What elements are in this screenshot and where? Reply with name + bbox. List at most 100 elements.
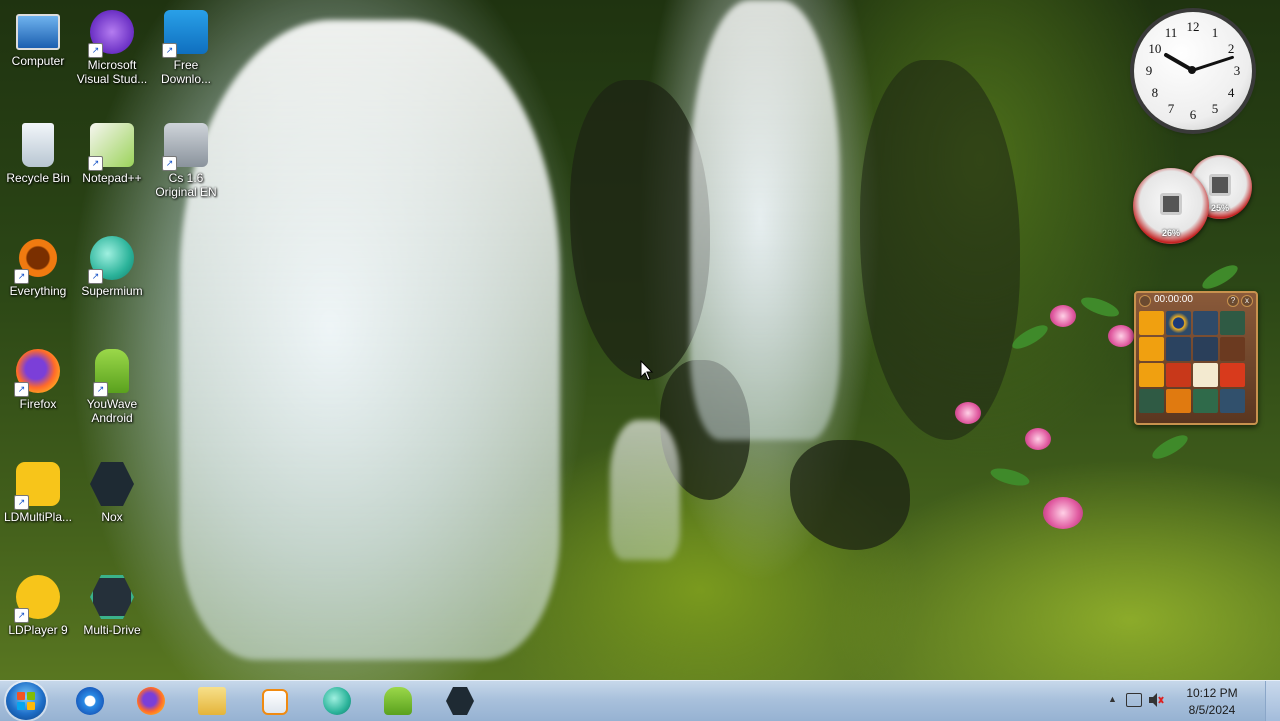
icon-label: Microsoft Visual Stud... <box>76 58 148 86</box>
desktop-icon-nox[interactable]: Nox <box>74 462 150 524</box>
android-icon: ↗ <box>93 349 129 397</box>
puzzle-tile[interactable] <box>1166 337 1191 361</box>
puzzle-titlebar: 00:00:00 ? x <box>1136 293 1256 307</box>
clock-numeral: 6 <box>1189 107 1197 122</box>
puzzle-tile[interactable] <box>1166 389 1191 413</box>
network-icon[interactable] <box>1126 693 1142 707</box>
nox-icon <box>446 687 474 715</box>
taskbar-supermium[interactable] <box>311 683 363 719</box>
shortcut-arrow-icon: ↗ <box>162 43 177 58</box>
taskbar-internet-explorer[interactable] <box>64 683 116 719</box>
flower <box>1050 305 1076 327</box>
puzzle-help-button[interactable]: ? <box>1227 295 1239 307</box>
puzzle-tile[interactable] <box>1166 311 1191 335</box>
desktop-icon-computer[interactable]: Computer <box>0 10 76 68</box>
cpu-meter-hub <box>1160 193 1182 215</box>
puzzle-tile[interactable] <box>1166 363 1191 387</box>
icon-label: LDMultiPla... <box>3 510 73 524</box>
windows-logo-icon <box>17 692 35 710</box>
shortcut-arrow-icon: ↗ <box>14 382 29 397</box>
cpu-usage-percent: 26% <box>1161 228 1180 238</box>
waterfall <box>610 420 680 560</box>
icon-label: YouWave Android <box>86 397 138 425</box>
shortcut-arrow-icon: ↗ <box>162 156 177 171</box>
everything-search-icon: ↗ <box>14 236 60 284</box>
mouse-cursor-icon <box>640 360 654 381</box>
desktop-icon-firefox[interactable]: ↗ Firefox <box>0 349 76 411</box>
clock-numeral: 8 <box>1151 85 1159 100</box>
firefox-icon <box>137 687 165 715</box>
clock-date[interactable]: 8/5/2024 <box>1180 703 1244 717</box>
icon-label: Notepad++ <box>82 171 142 185</box>
picture-puzzle-gadget[interactable]: 00:00:00 ? x <box>1134 291 1258 425</box>
taskbar-nox[interactable] <box>434 683 486 719</box>
recycle-bin-icon <box>22 123 54 167</box>
cpu-meter-gadget[interactable]: 26% <box>1133 168 1209 244</box>
puzzle-tile[interactable] <box>1193 389 1218 413</box>
clock-numeral: 10 <box>1148 41 1162 56</box>
puzzle-tile[interactable] <box>1220 389 1245 413</box>
desktop-icon-cs-1-6[interactable]: ↗ Cs 1.6 Original EN <box>148 123 224 199</box>
puzzle-tile[interactable] <box>1193 311 1218 335</box>
nox-multi-drive-icon <box>90 575 134 619</box>
clock-numeral: 7 <box>1167 101 1175 117</box>
puzzle-tile[interactable] <box>1193 363 1218 387</box>
puzzle-grid <box>1136 307 1256 417</box>
flower <box>955 402 981 424</box>
clock-gadget[interactable]: 12 1 2 3 4 5 6 7 8 9 10 11 <box>1134 12 1252 130</box>
desktop-icon-visual-studio[interactable]: ↗ Microsoft Visual Stud... <box>74 10 150 86</box>
show-hidden-icons-button[interactable]: ▲ <box>1108 694 1117 704</box>
desktop-icon-free-download[interactable]: ↗ Free Downlo... <box>148 10 224 86</box>
puzzle-tile[interactable] <box>1220 311 1245 335</box>
taskbar-firefox[interactable] <box>125 683 177 719</box>
puzzle-tile[interactable] <box>1139 389 1164 413</box>
taskbar-youwave-android[interactable] <box>372 683 424 719</box>
puzzle-tile[interactable] <box>1193 337 1218 361</box>
desktop-icon-ldmultiplayer[interactable]: ↗ LDMultiPla... <box>0 462 76 524</box>
desktop-icon-ldplayer-9[interactable]: ↗ LDPlayer 9 <box>0 575 76 637</box>
notepad-plus-plus-icon: ↗ <box>88 123 134 171</box>
leaf <box>988 465 1032 489</box>
flower <box>1108 325 1134 347</box>
start-button[interactable] <box>6 682 46 720</box>
icon-label: Multi-Drive <box>83 623 141 637</box>
waterfall <box>690 0 840 440</box>
flower <box>1025 428 1051 450</box>
clock-numeral: 12 <box>1186 19 1200 34</box>
shortcut-arrow-icon: ↗ <box>88 43 103 58</box>
puzzle-tile[interactable] <box>1139 311 1164 335</box>
visual-studio-icon: ↗ <box>88 10 134 58</box>
leaf <box>1199 260 1241 294</box>
puzzle-tile[interactable] <box>1220 337 1245 361</box>
puzzle-tile[interactable] <box>1139 337 1164 361</box>
desktop-icon-recycle-bin[interactable]: Recycle Bin <box>0 123 76 185</box>
icon-label: Everything <box>9 284 67 298</box>
taskbar-media-player[interactable] <box>247 683 299 719</box>
counter-strike-icon: ↗ <box>162 123 208 171</box>
volume-muted-icon[interactable] <box>1148 692 1164 708</box>
leaf <box>1149 430 1191 464</box>
icon-label: Computer <box>11 54 65 68</box>
shortcut-arrow-icon: ↗ <box>93 382 108 397</box>
clock-numeral: 11 <box>1164 24 1178 40</box>
puzzle-tile[interactable] <box>1139 363 1164 387</box>
puzzle-close-button[interactable]: x <box>1241 295 1253 307</box>
desktop-icon-multi-drive[interactable]: Multi-Drive <box>74 575 150 637</box>
clock-numeral: 2 <box>1227 41 1235 56</box>
android-icon <box>384 687 412 715</box>
desktop-icon-youwave[interactable]: ↗ YouWave Android <box>74 349 150 425</box>
desktop-icon-notepad-plus-plus[interactable]: ↗ Notepad++ <box>74 123 150 185</box>
icon-label: Free Downlo... <box>160 58 212 86</box>
taskbar: ▲ 10:12 PM 8/5/2024 <box>0 680 1280 721</box>
taskbar-file-explorer[interactable] <box>186 683 238 719</box>
icon-label: Supermium <box>81 284 143 298</box>
icon-label: LDPlayer 9 <box>8 623 68 637</box>
desktop-icon-everything[interactable]: ↗ Everything <box>0 236 76 298</box>
icon-label: Nox <box>101 510 123 524</box>
puzzle-timer-icon <box>1139 295 1151 307</box>
clock-time[interactable]: 10:12 PM <box>1180 686 1244 700</box>
wallpaper-rock <box>570 80 710 380</box>
puzzle-tile[interactable] <box>1220 363 1245 387</box>
desktop-icon-supermium[interactable]: ↗ Supermium <box>74 236 150 298</box>
show-desktop-button[interactable] <box>1265 681 1280 721</box>
